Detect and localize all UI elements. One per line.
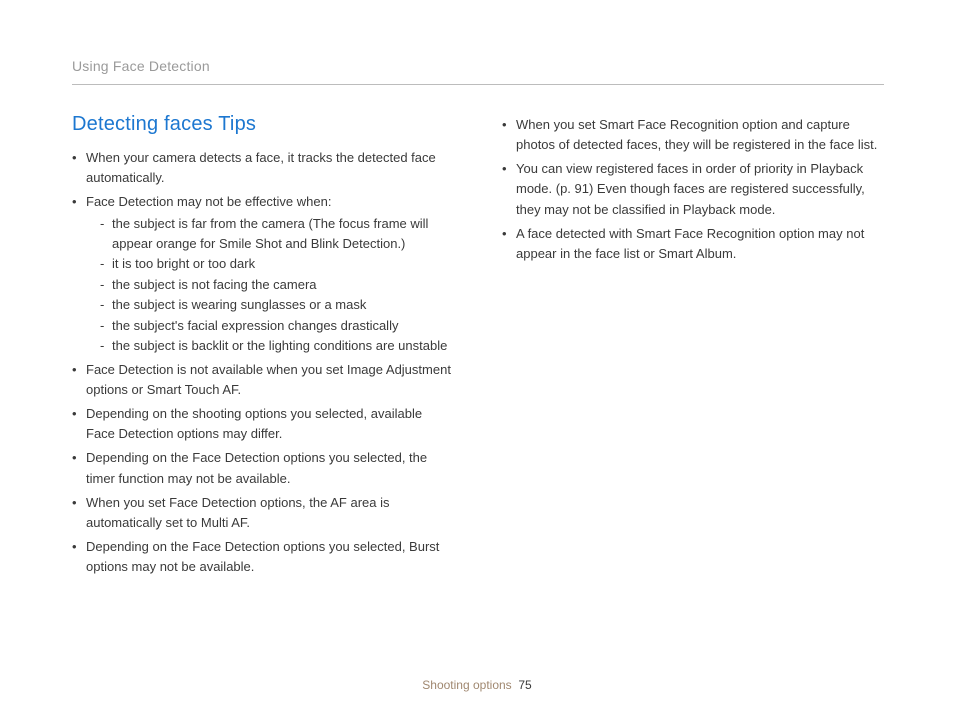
sub-list-item: it is too bright or too dark [100,254,454,274]
right-column: When you set Smart Face Recognition opti… [502,113,884,581]
list-item: Depending on the shooting options you se… [72,404,454,444]
page-footer: Shooting options 75 [0,678,954,692]
list-item: Depending on the Face Detection options … [72,448,454,488]
list-item: Face Detection is not available when you… [72,360,454,400]
tips-list-right: When you set Smart Face Recognition opti… [502,115,884,264]
list-item: A face detected with Smart Face Recognit… [502,224,884,264]
content-columns: Detecting faces Tips When your camera de… [72,113,884,581]
list-item: When you set Face Detection options, the… [72,493,454,533]
page-header-section: Using Face Detection [72,58,884,85]
section-title: Detecting faces Tips [72,113,454,136]
list-item: When you set Smart Face Recognition opti… [502,115,884,155]
page-number: 75 [518,678,531,692]
sub-list: the subject is far from the camera (The … [86,214,454,356]
footer-label: Shooting options [422,678,511,692]
list-item: You can view registered faces in order o… [502,159,884,219]
list-item: Face Detection may not be effective when… [72,192,454,356]
left-column: Detecting faces Tips When your camera de… [72,113,454,581]
sub-list-item: the subject is wearing sunglasses or a m… [100,295,454,315]
sub-list-item: the subject is far from the camera (The … [100,214,454,253]
sub-list-item: the subject is backlit or the lighting c… [100,336,454,356]
tips-list: When your camera detects a face, it trac… [72,148,454,577]
list-item: When your camera detects a face, it trac… [72,148,454,188]
list-item: Depending on the Face Detection options … [72,537,454,577]
sub-list-item: the subject's facial expression changes … [100,316,454,336]
sub-list-item: the subject is not facing the camera [100,275,454,295]
list-item-text: Face Detection may not be effective when… [86,194,331,209]
